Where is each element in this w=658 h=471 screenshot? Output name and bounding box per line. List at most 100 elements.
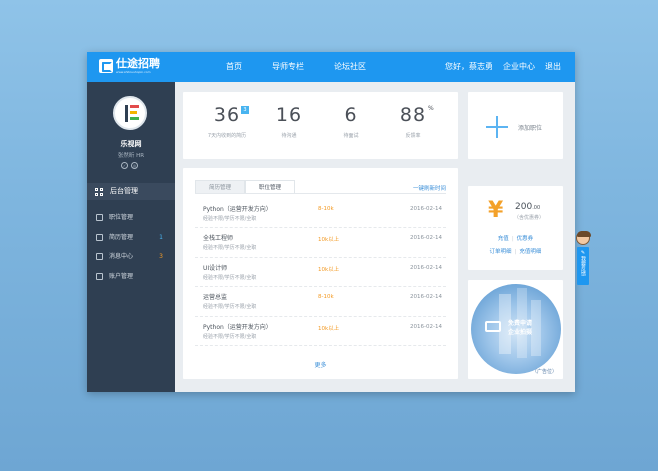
add-job-button[interactable]: 添加职位 [468,92,563,159]
job-date: 2016-02-14 [410,294,442,301]
job-title: Python（运营开发方向） [203,323,272,331]
job-salary: 10k以上 [318,266,340,273]
sidebar-item-label: 职位管理 [109,214,134,221]
feedback-tab[interactable]: ✎ 我要反馈 [577,247,589,285]
percent-sign: % [428,105,434,112]
balance-amount: 200.00 [515,202,541,212]
logo-subtitle: www.shitoushopin.com [116,70,151,74]
job-date: 2016-02-14 [410,235,442,242]
job-requirements: 经验不限/学历不限/全职 [203,216,257,222]
stat-to-contact[interactable]: 16 待沟通 [259,104,319,139]
sidebar-item-label: 简历管理 [109,233,134,241]
job-title: 全栈工程师 [203,235,234,243]
stat-label: 反馈率 [405,133,421,139]
top-nav-bar: 仕途招聘 www.shitoushopin.com 首页 导师专栏 论坛社区 您… [87,52,575,82]
logo-text: 仕途招聘 [116,57,160,70]
job-title: Python（运营开发方向） [203,206,272,213]
job-date: 2016-02-14 [410,323,442,330]
sidebar-item-job-management[interactable]: 职位管理 [87,208,175,228]
table-row[interactable]: 运营总监 经验不限/学历不限/全职 8-10k 2016-02-14 [195,287,446,317]
job-salary: 10k以上 [318,237,340,244]
user-nav: 您好，蔡志勇 企业中心 退出 [435,52,561,82]
tab-job-management[interactable]: 职位管理 [245,180,295,194]
nav-home[interactable]: 首页 [226,52,242,82]
table-row[interactable]: Python（运营开发方向） 经验不限/学历不限/全职 8-10k 2016-0… [195,199,446,229]
table-row[interactable]: Python（运营开发方向） 经验不限/学历不限/全职 10k以上 2016-0… [195,317,446,346]
feedback-widget[interactable]: ✎ 我要反馈 [575,231,591,287]
add-job-label: 添加职位 [518,125,543,132]
ad-text: 免费申请 企业拍摄 [508,320,533,336]
sidebar-item-label: 消息中心 [109,253,134,260]
resume-count-badge: 1 [159,233,163,241]
job-requirements: 经验不限/学历不限/全职 [203,304,257,311]
wallet-links: 充值 | 优惠券 订单明细 | 充值明细 [489,236,542,255]
logo-icon [99,59,113,73]
sidebar-item-account-management[interactable]: 账户管理 [87,267,175,287]
more-link[interactable]: 更多 [183,360,458,369]
ad-banner[interactable]: 免费申请 企业拍摄 （广告位） [468,280,563,379]
job-list-panel: 简历管理 职位管理 一键刷新时间 Python（运营开发方向） 经验不限/学历不… [183,168,458,379]
coupon-link[interactable]: 优惠券 [517,236,534,242]
logo[interactable]: 仕途招聘 www.shitoushopin.com [99,58,160,78]
account-icon [96,272,103,280]
job-title: UI设计师 [203,264,228,272]
job-date: 2016-02-14 [410,264,442,271]
stat-resumes[interactable]: 36 3 7天内收到的简历 [197,104,257,139]
settings-icon[interactable]: ◎ [131,162,138,169]
recharge-link[interactable]: 充值 [498,236,509,242]
ad-image: 免费申请 企业拍摄 [471,284,561,374]
message-count-badge: 3 [159,253,163,260]
profile-card: 乐视网 张然昕 HR ✓ ◎ [87,82,175,182]
table-row[interactable]: 全栈工程师 经验不限/学历不限/全职 10k以上 2016-02-14 [195,228,446,258]
message-icon [96,253,103,260]
job-icon [96,214,103,221]
sidebar-item-label: 账户管理 [109,272,134,280]
stat-value: 16 [275,104,303,126]
order-details-link[interactable]: 订单明细 [490,249,512,255]
tab-resume-management[interactable]: 简历管理 [195,180,245,194]
admin-section-title: 后台管理 [110,187,138,195]
stat-value: 6 [344,104,358,126]
table-row[interactable]: UI设计师 经验不限/学历不限/全职 10k以上 2016-02-14 [195,258,446,288]
job-requirements: 经验不限/学历不限/全职 [203,245,257,252]
admin-section-header[interactable]: 后台管理 [87,183,175,200]
job-requirements: 经验不限/学历不限/全职 [203,274,257,281]
enterprise-center-link[interactable]: 企业中心 [503,52,535,82]
job-list: Python（运营开发方向） 经验不限/学历不限/全职 8-10k 2016-0… [195,199,446,346]
sidebar-item-resume-management[interactable]: 简历管理 1 [87,228,175,248]
job-date: 2016-02-14 [410,206,442,212]
sidebar: 乐视网 张然昕 HR ✓ ◎ 后台管理 职位管理 简历管理 1 消息中心 3 账… [87,82,175,392]
plus-icon [486,116,508,138]
stat-label: 待面试 [343,133,359,139]
user-greeting[interactable]: 您好，蔡志勇 [445,52,493,82]
job-salary: 8-10k [318,206,334,212]
yen-icon: ¥ [488,198,504,223]
company-name: 乐视网 [120,140,142,148]
stats-panel: 36 3 7天内收到的简历 16 待沟通 6 待面试 88 % 反馈率 [183,92,458,159]
verified-icon: ✓ [121,162,128,169]
tab-bar: 简历管理 职位管理 [195,180,295,194]
ad-tag: （广告位） [531,369,557,375]
nav-forum[interactable]: 论坛社区 [334,52,366,82]
tab-divider [195,193,446,194]
sidebar-menu: 职位管理 简历管理 1 消息中心 3 账户管理 [87,208,175,286]
app-window: 仕途招聘 www.shitoushopin.com 首页 导师专栏 论坛社区 您… [87,52,575,392]
resume-icon [96,233,103,241]
nav-mentor-column[interactable]: 导师专栏 [272,52,304,82]
logout-link[interactable]: 退出 [545,52,561,82]
stat-feedback-rate[interactable]: 88 % 反馈率 [383,104,443,139]
stat-to-interview[interactable]: 6 待面试 [321,104,381,139]
stat-label: 7天内收到的简历 [207,133,247,139]
job-salary: 8-10k [318,294,334,301]
job-title: 运营总监 [203,294,228,302]
recharge-details-link[interactable]: 充值明细 [519,249,541,255]
job-requirements: 经验不限/学历不限/全职 [203,333,257,340]
stat-value: 88 [399,104,427,126]
sidebar-item-message-center[interactable]: 消息中心 3 [87,247,175,267]
job-salary: 10k以上 [318,325,340,332]
refresh-all-button[interactable]: 一键刷新时间 [413,184,446,192]
video-camera-icon [485,321,501,332]
grid-icon [95,188,103,196]
company-avatar[interactable] [113,96,147,130]
stat-label: 待沟通 [281,133,297,139]
